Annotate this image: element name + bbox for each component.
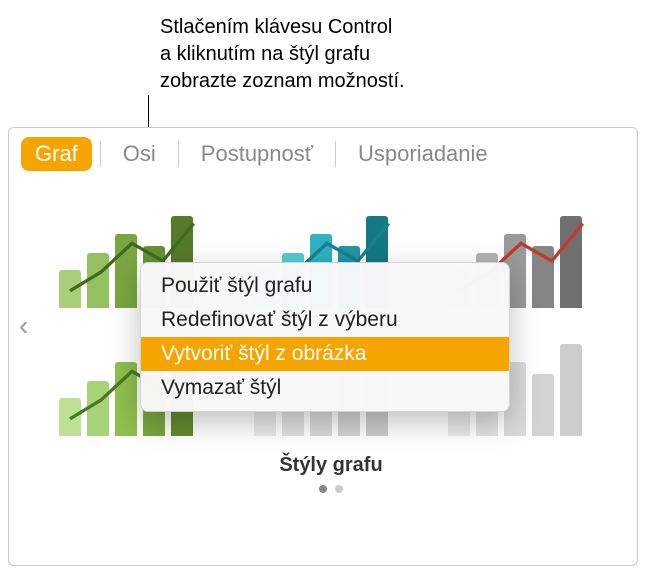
callout-text: Stlačením klávesu Control a kliknutím na… bbox=[160, 14, 405, 95]
menu-item-apply-style[interactable]: Použiť štýl grafu bbox=[141, 269, 509, 303]
tab-divider bbox=[178, 141, 179, 167]
styles-section-title: Štýly grafu bbox=[59, 454, 603, 477]
menu-item-redefine-style[interactable]: Redefinovať štýl z výberu bbox=[141, 303, 509, 337]
callout-line-1: Stlačením klávesu Control bbox=[160, 14, 405, 41]
page-dot[interactable] bbox=[335, 485, 343, 493]
menu-item-delete-style[interactable]: Vymazať štýl bbox=[141, 371, 509, 405]
tab-series[interactable]: Postupnosť bbox=[187, 137, 327, 171]
tab-arrange[interactable]: Usporiadanie bbox=[344, 137, 502, 171]
tab-bar: Graf Osi Postupnosť Usporiadanie bbox=[9, 128, 637, 180]
menu-item-create-from-image[interactable]: Vytvoriť štýl z obrázka bbox=[141, 337, 509, 371]
page-dot[interactable] bbox=[319, 485, 327, 493]
tab-divider bbox=[335, 141, 336, 167]
callout-line-3: zobrazte zoznam možností. bbox=[160, 68, 405, 95]
tab-chart[interactable]: Graf bbox=[21, 137, 92, 171]
callout-line-2: a kliknutím na štýl grafu bbox=[160, 41, 405, 68]
pagination-dots bbox=[59, 485, 603, 493]
context-menu: Použiť štýl grafu Redefinovať štýl z výb… bbox=[140, 262, 510, 412]
styles-prev-arrow[interactable]: ‹ bbox=[19, 310, 28, 342]
tab-axes[interactable]: Osi bbox=[109, 137, 170, 171]
tab-divider bbox=[100, 141, 101, 167]
